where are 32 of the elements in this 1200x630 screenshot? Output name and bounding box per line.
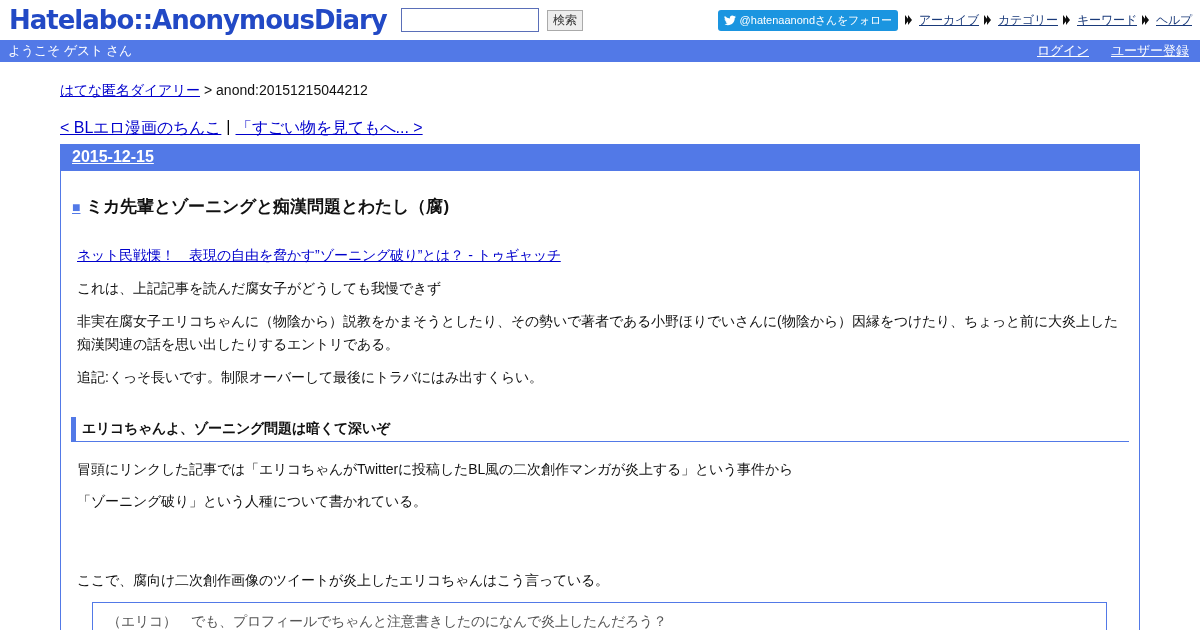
next-entry-link[interactable]: 「すごい物を見てもへ... > <box>235 118 423 139</box>
prev-entry-link[interactable]: < BLエロ漫画のちんこ <box>60 118 222 139</box>
nav-link[interactable]: カテゴリー <box>998 11 1058 29</box>
bird-icon <box>723 14 736 26</box>
paragraph: ここで、腐向け二次創作画像のツイートが炎上したエリコちゃんはこう言っている。 <box>77 571 610 590</box>
paragraph: これは、上記記事を読んだ腐女子がどうしても我慢できず <box>77 279 442 298</box>
chevron-icon <box>1063 15 1070 25</box>
chevron-icon <box>1142 15 1149 25</box>
quote-text: （エリコ） でも、プロフィールでちゃんと注意書きしたのになんで炎上したんだろう？ <box>107 613 667 629</box>
site-logo[interactable]: Hatelabo::AnonymousDiary <box>9 5 387 35</box>
nav-link[interactable]: アーカイブ <box>919 11 979 29</box>
section-heading: エリコちゃんよ、ゾーニング問題は暗くて深いぞ <box>71 417 1129 442</box>
search-button[interactable]: 検索 <box>546 9 583 31</box>
search-field[interactable] <box>400 8 539 32</box>
paragraph: 「ゾーニング破り」という人種について書かれている。 <box>77 492 428 511</box>
breadcrumb-current: > anond:20151215044212 <box>204 82 368 100</box>
greeting-text: ようこそ ゲスト さん <box>8 42 133 60</box>
paragraph: 冒頭にリンクした記事では「エリコちゃんがTwitterに投稿したBL風の二次創作マンガが炎上する」という事件から <box>77 460 795 479</box>
entry-title: ミカ先輩とゾーニングと痴漢問題とわたし（腐) <box>86 196 450 218</box>
chevron-icon <box>905 15 912 25</box>
paragraph: 非実在腐女子エリコちゃんに（物陰から）説教をかまそうとしたり、その勢いで著者である小野ほりでいさんに(物陰から）因縁をつけたり、ちょっと前に大炎上した痴漢関連の話を思い出したりするエントリである。 <box>77 312 1119 354</box>
breadcrumb-link[interactable]: はてな匿名ダイアリー <box>60 82 200 100</box>
nav-link[interactable]: キーワード <box>1077 11 1137 29</box>
chevron-icon <box>984 15 991 25</box>
account-link[interactable]: ログイン <box>1037 42 1089 60</box>
source-link[interactable]: ネット民戦慄！ 表現の自由を脅かす”ゾーニング破り”とは？ - トゥギャッチ <box>77 247 561 263</box>
paragraph: 追記:くっそ長いです。制限オーバーして最後にトラバにはみ出すくらい。 <box>77 368 544 387</box>
nav-link[interactable]: ヘルプ <box>1156 11 1192 29</box>
pager-separator: | <box>226 118 231 137</box>
permalink-marker[interactable]: ■ <box>72 198 81 215</box>
account-link[interactable]: ユーザー登録 <box>1111 42 1189 60</box>
date-link[interactable]: 2015-12-15 <box>72 148 154 165</box>
